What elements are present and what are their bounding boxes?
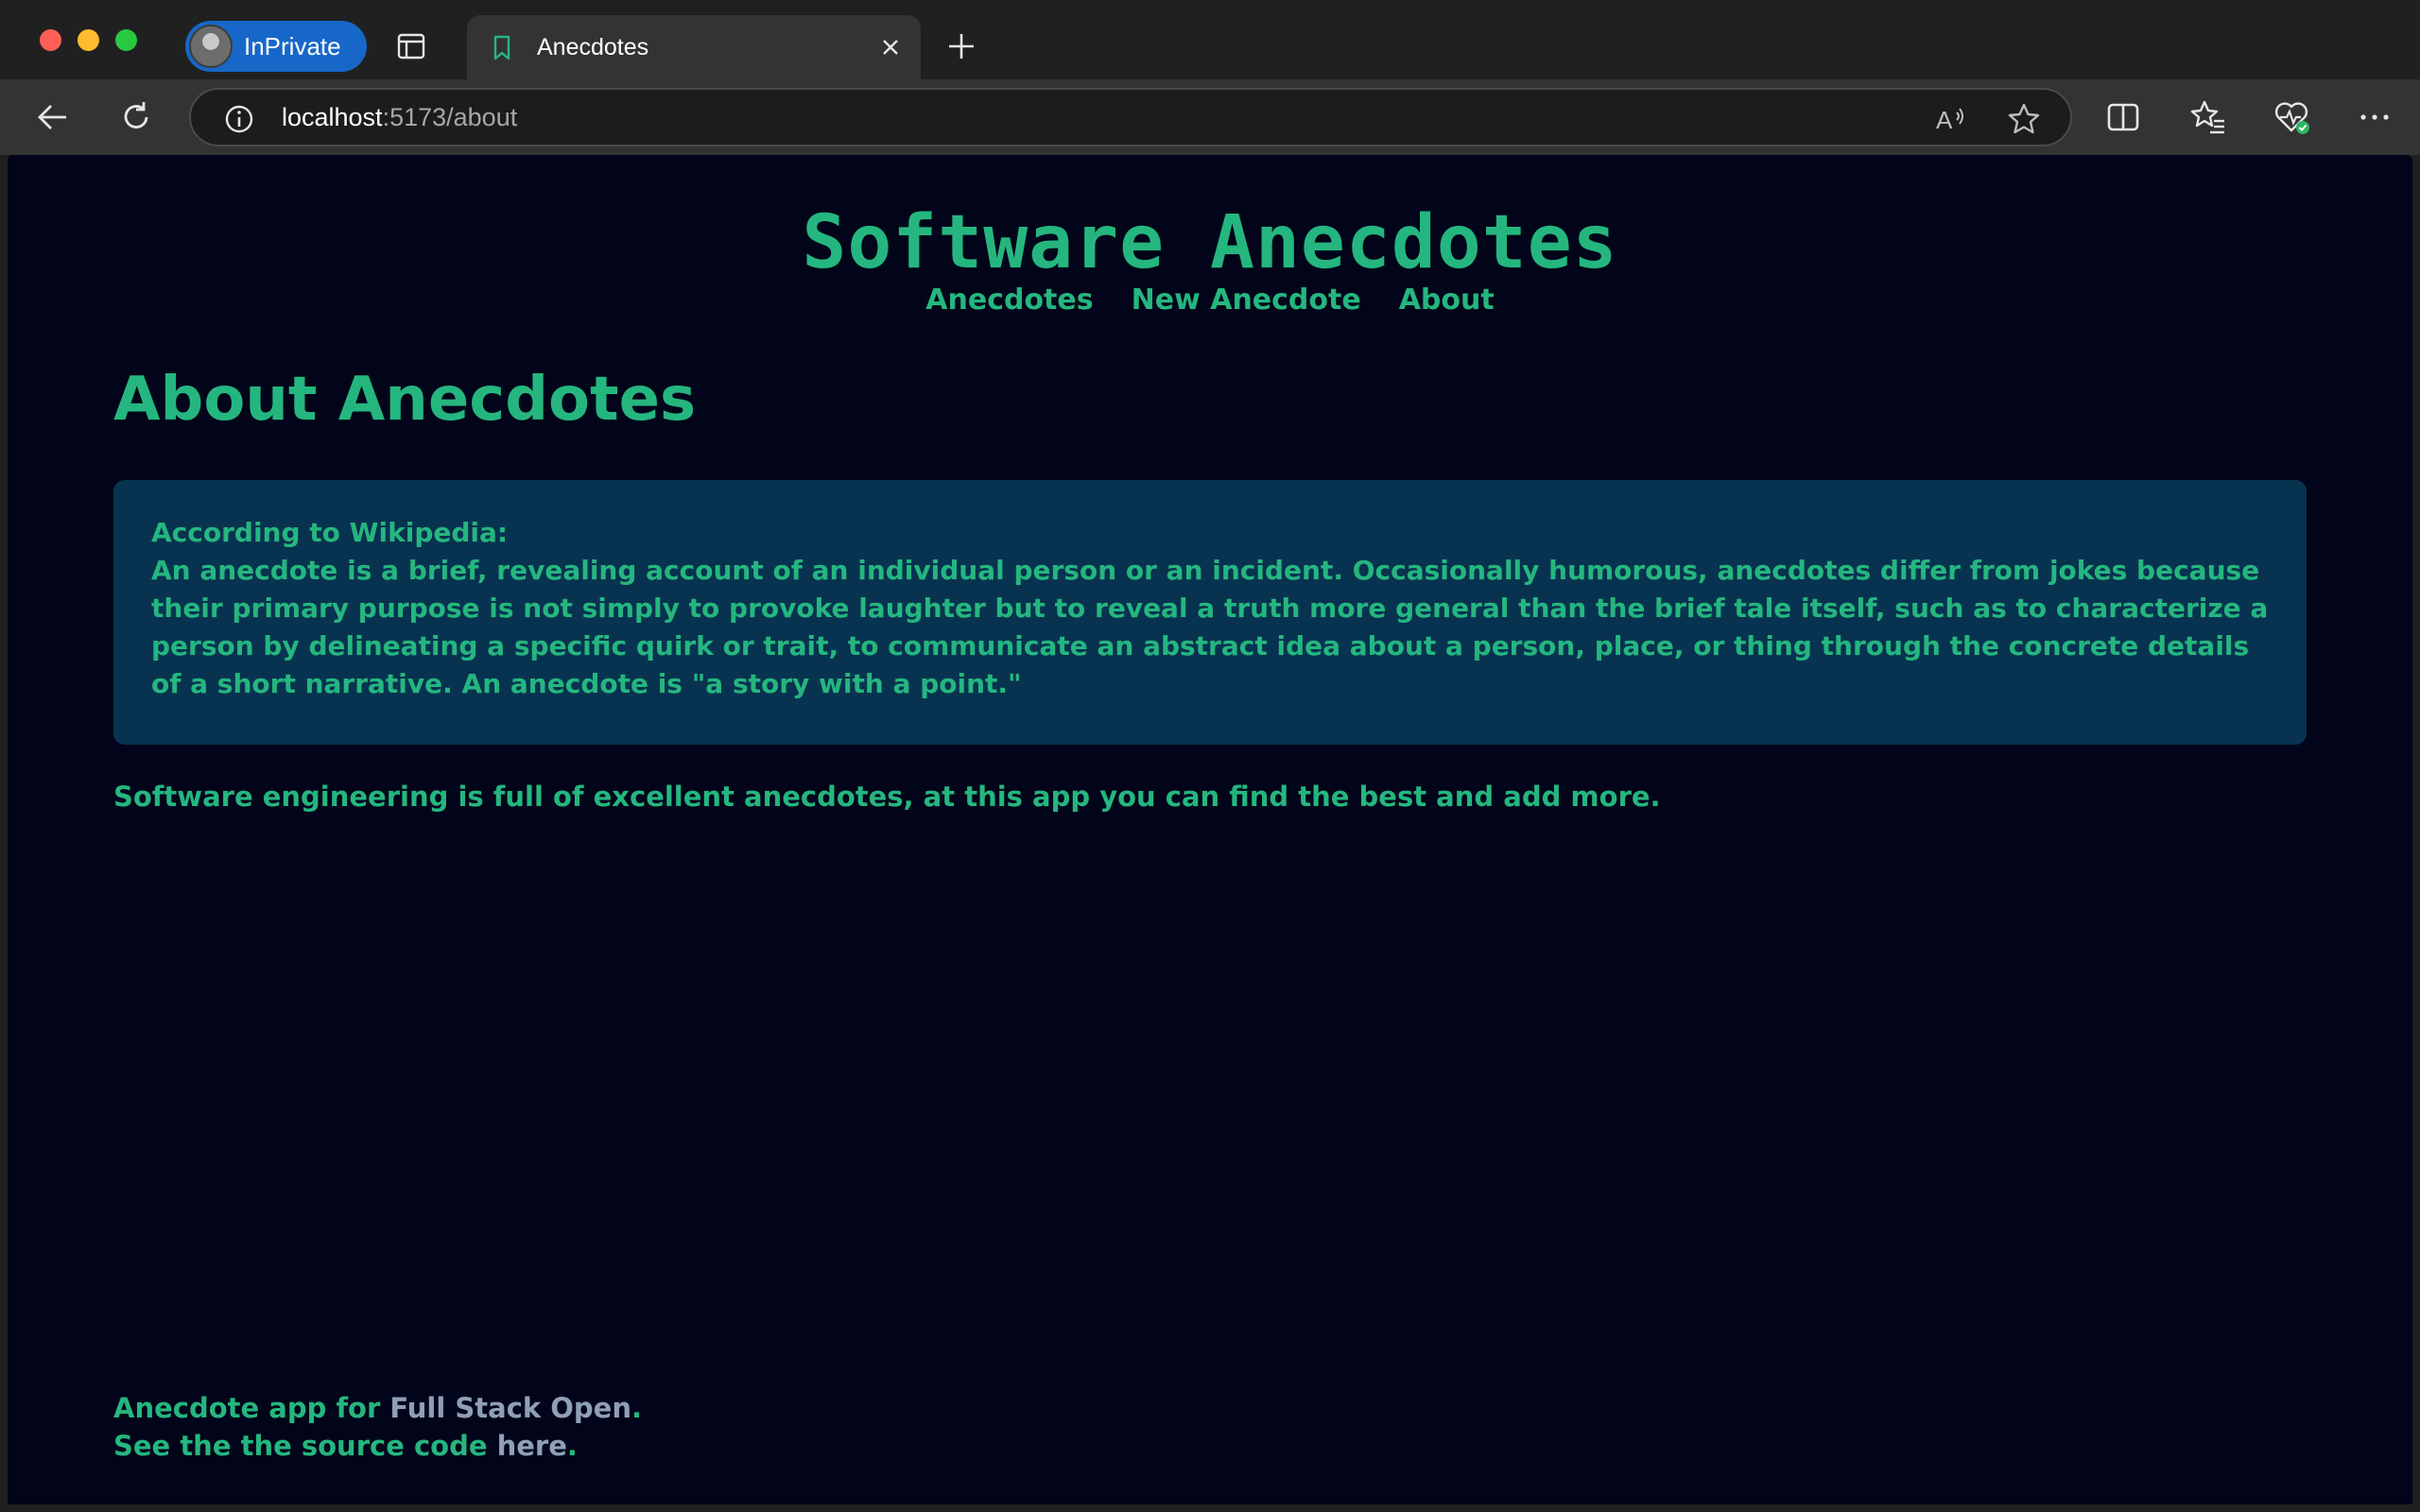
footer-line-1-prefix: Anecdote app for xyxy=(113,1392,390,1424)
address-bar[interactable]: localhost:5173/about A xyxy=(189,88,2072,146)
browser-toolbar: localhost:5173/about A xyxy=(0,79,2420,155)
site-title: Software Anecdotes xyxy=(802,200,1618,285)
footer-line-1: Anecdote app for Full Stack Open. xyxy=(113,1389,642,1427)
footer: Anecdote app for Full Stack Open. See th… xyxy=(113,1389,642,1465)
footer-line-2-suffix: . xyxy=(566,1430,578,1462)
bookmark-tab-icon xyxy=(493,35,510,60)
page-viewport: Software Anecdotes Anecdotes New Anecdot… xyxy=(8,155,2412,1504)
tab-title: Anecdotes xyxy=(537,33,649,60)
page-heading: About Anecdotes xyxy=(113,365,697,435)
source-code-link[interactable]: here xyxy=(497,1430,567,1462)
back-icon[interactable] xyxy=(34,98,72,136)
avatar xyxy=(189,25,233,68)
tab-anecdotes[interactable]: Anecdotes xyxy=(467,15,921,79)
quote-lead: According to Wikipedia: xyxy=(151,517,509,548)
refresh-icon[interactable] xyxy=(117,98,155,136)
browser-essentials-icon[interactable] xyxy=(2273,98,2310,136)
nav-link-new-anecdote[interactable]: New Anecdote xyxy=(1132,284,1361,317)
intro-text: Software engineering is full of excellen… xyxy=(113,781,1661,813)
favorite-star-icon[interactable] xyxy=(2006,101,2042,137)
close-icon[interactable] xyxy=(877,34,904,60)
read-aloud-icon[interactable]: A xyxy=(1932,101,1968,137)
main-nav: Anecdotes New Anecdote About xyxy=(8,284,2412,317)
inprivate-badge[interactable]: InPrivate xyxy=(185,21,367,72)
page: Software Anecdotes Anecdotes New Anecdot… xyxy=(8,155,2412,1504)
svg-text:A: A xyxy=(1936,106,1953,134)
full-stack-open-link[interactable]: Full Stack Open xyxy=(389,1392,631,1424)
tab-actions-icon[interactable] xyxy=(395,30,433,60)
window-minimize-button[interactable] xyxy=(78,29,99,51)
window-close-button[interactable] xyxy=(40,29,61,51)
window-zoom-button[interactable] xyxy=(115,29,137,51)
url-path: :5173/about xyxy=(382,103,518,131)
footer-line-1-suffix: . xyxy=(631,1392,643,1424)
footer-line-2: See the the source code here. xyxy=(113,1427,642,1465)
url-text[interactable]: localhost:5173/about xyxy=(282,103,517,132)
browser-titlebar: InPrivate Anecdotes xyxy=(0,0,2420,79)
wikipedia-quote: According to Wikipedia: An anecdote is a… xyxy=(113,480,2307,745)
new-tab-icon[interactable] xyxy=(945,30,977,62)
more-icon[interactable] xyxy=(2356,98,2394,136)
split-screen-icon[interactable] xyxy=(2104,98,2142,136)
url-host: localhost xyxy=(282,103,383,131)
footer-line-2-prefix: See the the source code xyxy=(113,1430,497,1462)
nav-link-about[interactable]: About xyxy=(1399,284,1495,317)
inprivate-label: InPrivate xyxy=(244,31,341,60)
nav-link-anecdotes[interactable]: Anecdotes xyxy=(925,284,1093,317)
quote-text: An anecdote is a brief, revealing accoun… xyxy=(151,555,2269,699)
favorites-icon[interactable] xyxy=(2189,98,2227,136)
info-icon[interactable] xyxy=(223,103,255,135)
